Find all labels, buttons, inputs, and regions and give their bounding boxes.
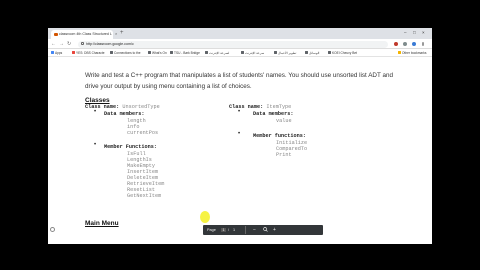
tab-bar: classroom 4th Class Structured L × + – □… [48, 28, 432, 39]
bookmark-item[interactable]: تطوير الأعمال [274, 51, 296, 55]
bookmark-icon [148, 51, 151, 54]
new-tab-button[interactable]: + [120, 30, 124, 36]
search-icon[interactable] [263, 227, 268, 233]
bookmarks-bar: Apps YES: DBS Characte Connections to th… [48, 49, 432, 57]
close-window-button[interactable]: × [422, 30, 425, 35]
pdf-viewer: Write and test a C++ program that manipu… [48, 57, 432, 244]
member-item: currentPos [127, 130, 159, 136]
classroom-favicon-icon [54, 32, 58, 36]
assignment-intro: Write and test a C++ program that manipu… [85, 72, 393, 90]
bullet: • [94, 109, 97, 115]
bookmark-icon [170, 51, 173, 54]
extension-icon[interactable] [394, 41, 398, 46]
bookmark-item[interactable]: سرعة الإنترنت [241, 51, 264, 55]
bullet: • [238, 131, 241, 137]
menu-kebab-icon[interactable] [422, 41, 424, 46]
class-name-label: Class name: [85, 104, 120, 110]
address-bar[interactable]: http://classroom.google.com/c [78, 40, 388, 48]
main-menu-heading: Main Menu [85, 220, 119, 227]
divider [245, 226, 246, 234]
member-functions-label: Member Functions: [104, 144, 157, 150]
bookmark-item[interactable]: What's On [148, 51, 167, 55]
class-name-value: ItemType [266, 104, 292, 110]
page-separator: / [228, 227, 230, 232]
zoom-in-button[interactable]: + [273, 227, 276, 233]
bookmark-icon [241, 51, 244, 54]
bookmark-icon [305, 51, 308, 54]
help-icon[interactable] [50, 227, 55, 232]
bullet: • [94, 142, 97, 148]
apps-icon [51, 51, 54, 54]
function-item: GetNextItem [127, 193, 162, 199]
member-functions-label: Member functions: [253, 133, 306, 139]
folder-icon [398, 51, 401, 54]
zoom-out-button[interactable]: − [253, 227, 256, 233]
member-item: value [276, 118, 292, 124]
class-name-value: UnsortedType [122, 104, 160, 110]
bookmark-other[interactable]: Other bookmarks [398, 51, 426, 55]
reload-button[interactable]: ↻ [67, 41, 71, 47]
profile-avatar[interactable] [412, 41, 416, 46]
bookmark-apps[interactable]: Apps [51, 51, 62, 55]
data-members-label: Data members: [253, 111, 294, 117]
extension-icon[interactable] [403, 41, 407, 46]
toolbar: ← → ↻ http://classroom.google.com/c [48, 39, 432, 49]
function-item: Print [276, 152, 292, 158]
bookmark-icon [274, 51, 277, 54]
lock-icon [81, 42, 84, 46]
page-label: Page [207, 227, 216, 232]
bookmark-item[interactable]: KOEI Cheuvy Bet [328, 51, 357, 55]
tab-classroom[interactable]: classroom 4th Class Structured L [51, 30, 113, 39]
address-text: http://classroom.google.com/c [86, 41, 134, 46]
minimize-button[interactable]: – [404, 30, 407, 35]
bookmark-item[interactable]: TSU - Bark Bridge [170, 51, 200, 55]
bookmark-icon [110, 51, 113, 54]
highlight-mark [200, 211, 210, 223]
forward-button[interactable]: → [59, 41, 64, 47]
bookmark-icon [328, 51, 331, 54]
bookmark-item[interactable]: لسرعة الإنترنت [205, 51, 229, 55]
left-class-name: Class name: UnsortedType [85, 104, 160, 110]
bullet: • [238, 109, 241, 115]
browser-window: classroom 4th Class Structured L × + – □… [48, 28, 432, 244]
bookmark-icon [72, 51, 75, 54]
classes-heading: Classes [85, 97, 110, 104]
data-members-label: Data members: [104, 111, 145, 117]
bookmark-item[interactable]: الوسائل [305, 51, 319, 55]
bookmark-item[interactable]: Connections to the [110, 51, 141, 55]
bookmark-icon [205, 51, 208, 54]
maximize-button[interactable]: □ [413, 30, 416, 35]
tab-close-icon[interactable]: × [115, 31, 117, 36]
bookmark-item[interactable]: YES: DBS Characte [72, 51, 105, 55]
pdf-controls: Page 1 / 1 − + [203, 225, 323, 235]
back-button[interactable]: ← [51, 41, 56, 47]
page-input[interactable]: 1 [221, 227, 227, 232]
class-name-label: Class name: [229, 104, 264, 110]
tab-title: classroom 4th Class Structured L [59, 32, 112, 36]
page-total: 1 [233, 227, 236, 232]
